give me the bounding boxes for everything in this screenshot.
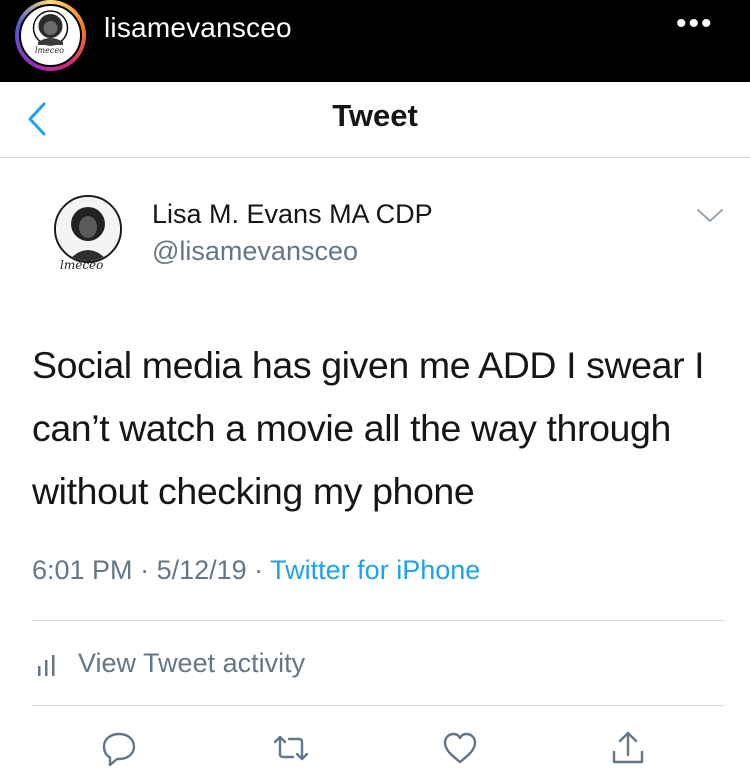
reply-button[interactable] (99, 728, 139, 768)
author-avatar-script: lmeceo (60, 258, 104, 272)
retweet-icon (273, 735, 309, 761)
tweet-nav-bar: Tweet (0, 82, 750, 158)
share-icon (612, 731, 644, 764)
story-avatar: lmeceo (19, 4, 82, 67)
more-horizontal-icon[interactable]: ••• (676, 9, 714, 39)
story-avatar-ring[interactable]: lmeceo (15, 0, 86, 71)
like-icon (443, 732, 477, 764)
activity-label: View Tweet activity (78, 648, 306, 678)
tweet-time: 6:01 PM (32, 555, 133, 585)
profile-photo-icon (32, 10, 69, 46)
story-username[interactable]: lisamevansceo (104, 12, 292, 44)
like-button[interactable] (440, 728, 480, 768)
meta-separator: · (132, 555, 157, 585)
tweet-text: Social media has given me ADD I swear I … (32, 344, 705, 512)
chevron-down-icon (697, 209, 723, 222)
author-handle[interactable]: @lisamevansceo (152, 236, 358, 267)
tweet-menu-button[interactable] (694, 206, 726, 226)
meta-separator: · (246, 555, 271, 585)
author-avatar[interactable] (54, 195, 122, 263)
tweet-meta: 6:01 PM · 5/12/19 · Twitter for iPhone (32, 555, 480, 586)
story-avatar-script: lmeceo (35, 46, 64, 55)
tweet-source-link[interactable]: Twitter for iPhone (270, 555, 480, 585)
instagram-story-header: lmeceo lisamevansceo ••• (0, 0, 750, 82)
divider (32, 705, 725, 706)
page-title: Tweet (332, 98, 418, 133)
retweet-button[interactable] (271, 728, 311, 768)
author-name[interactable]: Lisa M. Evans MA CDP (152, 199, 433, 230)
profile-photo-icon (56, 197, 120, 261)
reply-icon (102, 732, 136, 767)
share-button[interactable] (608, 728, 648, 768)
tweet-date: 5/12/19 (156, 555, 247, 585)
activity-bars-icon (38, 655, 55, 676)
tweet-action-bar (0, 722, 750, 778)
divider (32, 620, 725, 621)
